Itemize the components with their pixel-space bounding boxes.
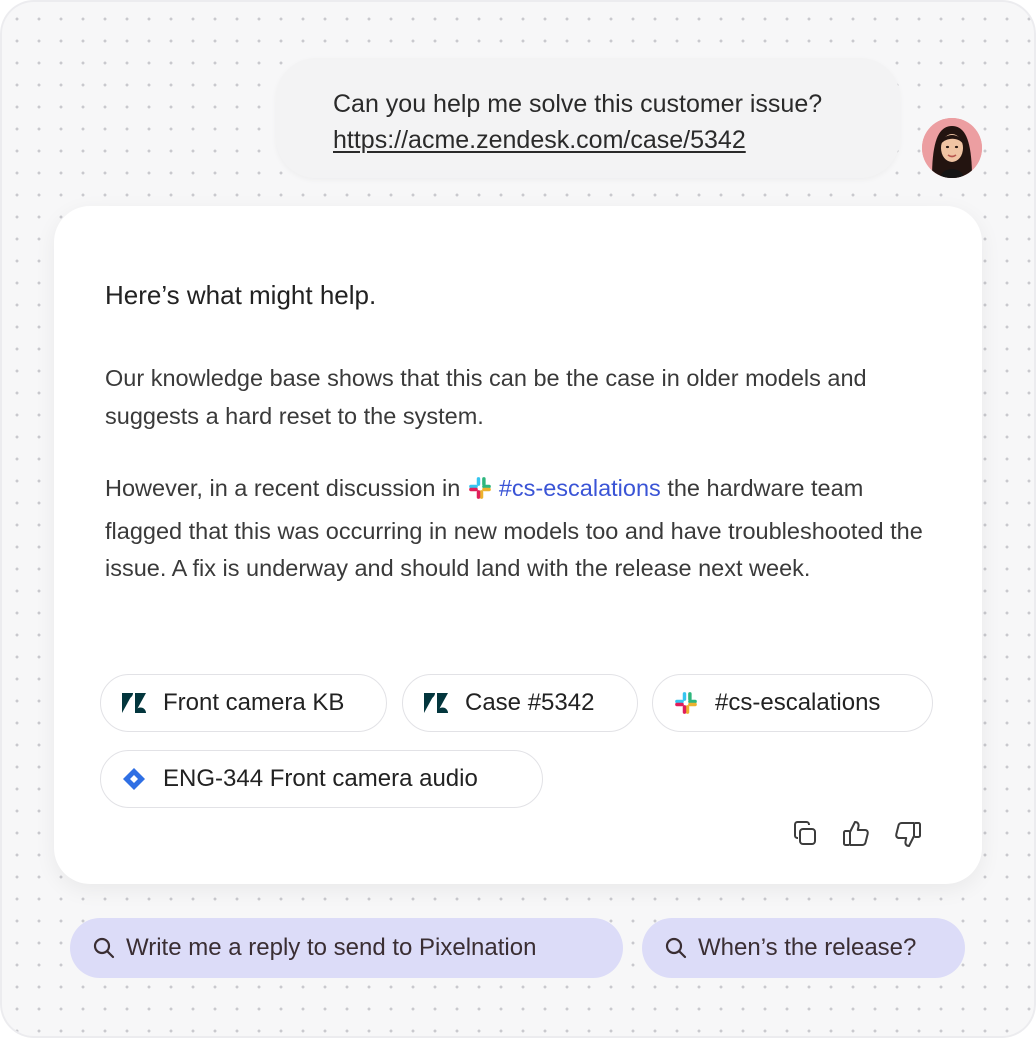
thumbs-down-icon[interactable]: [892, 818, 924, 850]
slack-channel-link[interactable]: #cs-escalations: [467, 475, 661, 501]
user-message-text: Can you help me solve this customer issu…: [333, 90, 823, 118]
paragraph-text: However, in a recent discussion in: [105, 475, 467, 501]
user-message-link[interactable]: https://acme.zendesk.com/case/5342: [333, 122, 870, 158]
chip-label: #cs-escalations: [715, 689, 881, 716]
jira-icon: [121, 766, 147, 792]
frame-accent: [998, 0, 1036, 38]
thumbs-up-icon[interactable]: [840, 818, 872, 850]
avatar-image: [922, 118, 982, 178]
suggestion-write-reply[interactable]: Write me a reply to send to Pixelnation: [70, 918, 623, 978]
response-paragraph: Our knowledge base shows that this can b…: [105, 365, 867, 429]
response-heading: Here’s what might help.: [105, 280, 377, 310]
copy-icon[interactable]: [789, 818, 821, 850]
zendesk-icon: [121, 690, 147, 716]
channel-name: #cs-escalations: [498, 475, 661, 501]
user-message-bubble: Can you help me solve this customer issu…: [276, 58, 900, 178]
suggestion-label: Write me a reply to send to Pixelnation: [126, 934, 537, 961]
search-icon: [93, 937, 115, 959]
source-chip-front-camera-kb[interactable]: Front camera KB: [100, 674, 387, 732]
slack-icon: [467, 475, 493, 513]
frame-accent: [997, 999, 1036, 1038]
frame-accent: [0, 999, 39, 1038]
chat-window: Can you help me solve this customer issu…: [0, 0, 1036, 1038]
response-paragraph: However, in a recent discussion in #cs-e…: [105, 470, 935, 588]
chip-label: ENG-344 Front camera audio: [163, 765, 478, 792]
zendesk-icon: [423, 690, 449, 716]
source-chip-cs-escalations[interactable]: #cs-escalations: [652, 674, 933, 732]
assistant-response-card: Here’s what might help. Our knowledge ba…: [54, 206, 982, 884]
user-avatar: [922, 118, 982, 178]
suggestion-release-date[interactable]: When’s the release?: [642, 918, 965, 978]
source-chip-case[interactable]: Case #5342: [402, 674, 638, 732]
chip-label: Case #5342: [465, 689, 595, 716]
slack-icon: [673, 690, 699, 716]
suggestion-label: When’s the release?: [698, 934, 917, 961]
chip-label: Front camera KB: [163, 689, 345, 716]
source-chip-eng-344[interactable]: ENG-344 Front camera audio: [100, 750, 543, 808]
search-icon: [665, 937, 687, 959]
